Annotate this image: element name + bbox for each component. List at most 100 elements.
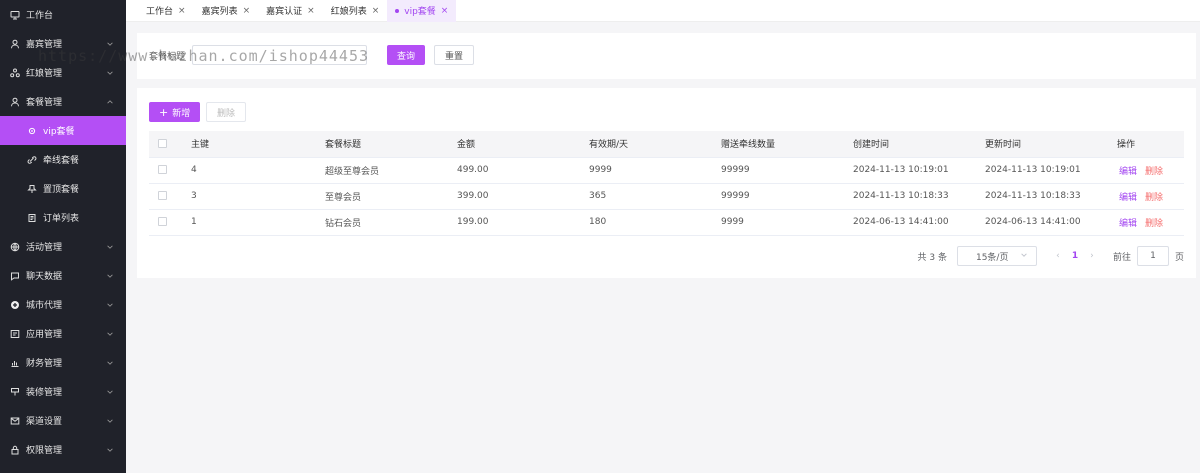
goto-page-input[interactable]	[1136, 246, 1169, 266]
sidebar-item-label: 渠道设置	[26, 417, 63, 427]
chevron-up-icon	[106, 98, 114, 106]
sidebar-item-chat[interactable]: 聊天数据	[0, 261, 126, 290]
chevron-down-icon	[106, 359, 114, 367]
sidebar-item-label: 聊天数据	[26, 272, 63, 282]
tab-3[interactable]: 红娘列表 ×	[323, 0, 388, 22]
add-button[interactable]: + 新增	[149, 102, 201, 122]
mail-icon	[10, 416, 20, 426]
batch-delete-button[interactable]: 删除	[206, 102, 247, 122]
reset-button[interactable]: 重置	[434, 45, 475, 65]
sidebar-item-activity[interactable]: 活动管理	[0, 232, 126, 261]
table-row: 1 钻石会员 199.00 180 9999 2024-06-13 14:41:00 202…	[149, 209, 1184, 236]
sidebar-item-label: 应用管理	[26, 330, 63, 340]
edit-link[interactable]: 编辑	[1119, 193, 1137, 203]
pin-icon	[27, 184, 37, 194]
sidebar-item-top-package[interactable]: 置顶套餐	[0, 174, 126, 203]
cell-created: 2024-11-13 10:19:01	[853, 157, 985, 184]
search-label: 套餐标题	[149, 52, 186, 62]
pagination: 共 3 条 15条/页 ‹ 1 › 前往 页	[918, 246, 1184, 266]
cell-actions: 编辑 删除	[1117, 209, 1184, 236]
sidebar-item-link-package[interactable]: 牵线套餐	[0, 145, 126, 174]
column-header: 金额	[457, 131, 589, 158]
row-checkbox[interactable]	[158, 165, 167, 174]
cell-actions: 编辑 删除	[1117, 157, 1184, 184]
monitor-icon	[10, 10, 20, 20]
plus-icon: +	[159, 105, 169, 119]
delete-link[interactable]: 删除	[1145, 167, 1163, 177]
sidebar-item-label: 牵线套餐	[43, 156, 80, 166]
chevron-down-icon	[106, 69, 114, 77]
sidebar-item-vip-package[interactable]: vip套餐	[0, 116, 126, 145]
table-row: 4 超级至尊会员 499.00 9999 99999 2024-11-13 10:19:0…	[149, 157, 1184, 184]
sidebar-item-label: 套餐管理	[26, 98, 63, 108]
tab-2[interactable]: 嘉宾认证 ×	[258, 0, 323, 22]
edit-link[interactable]: 编辑	[1119, 167, 1137, 177]
close-icon[interactable]: ×	[372, 6, 380, 16]
column-header: 操作	[1117, 131, 1184, 158]
cell-amount: 199.00	[457, 209, 589, 236]
sidebar-item-decor[interactable]: 装修管理	[0, 377, 126, 406]
link-icon	[27, 155, 37, 165]
query-button[interactable]: 查询	[387, 45, 426, 65]
page-number-current[interactable]: 1	[1065, 251, 1085, 261]
cell-gift: 9999	[721, 209, 853, 236]
sidebar: 工作台嘉宾管理红娘管理套餐管理 vip套餐牵线套餐置顶套餐 订单列表 活动管理聊天数据…	[0, 0, 126, 473]
cell-title: 钻石会员	[325, 209, 457, 236]
column-header: 有效期/天	[589, 131, 721, 158]
close-icon[interactable]: ×	[307, 6, 315, 16]
sidebar-item-workbench[interactable]: 工作台	[0, 0, 126, 29]
cell-days: 180	[589, 209, 721, 236]
delete-link[interactable]: 删除	[1145, 193, 1163, 203]
select-all-checkbox[interactable]	[158, 138, 167, 148]
delete-link[interactable]: 删除	[1145, 219, 1163, 229]
prev-page-icon[interactable]: ‹	[1051, 251, 1065, 261]
close-icon[interactable]: ×	[243, 6, 251, 16]
cell-gift: 99999	[721, 183, 853, 210]
sidebar-item-label: 嘉宾管理	[26, 40, 63, 50]
tab-4[interactable]: vip套餐 ×	[387, 0, 457, 22]
sidebar-item-permission[interactable]: 权限管理	[0, 435, 126, 464]
sidebar-item-guest[interactable]: 嘉宾管理	[0, 29, 126, 58]
tab-1[interactable]: 嘉宾列表 ×	[194, 0, 259, 22]
cell-updated: 2024-11-13 10:18:33	[985, 183, 1117, 210]
pagination-total: 共 3 条	[917, 252, 947, 263]
chevron-down-icon	[106, 301, 114, 309]
sidebar-item-matchmaker[interactable]: 红娘管理	[0, 58, 126, 87]
sidebar-item-label: 装修管理	[26, 388, 63, 398]
row-select-cell	[149, 209, 191, 236]
cell-id: 1	[191, 209, 325, 236]
sidebar-item-app[interactable]: 应用管理	[0, 319, 126, 348]
sidebar-item-package[interactable]: 套餐管理	[0, 87, 126, 116]
tab-0[interactable]: 工作台 ×	[138, 0, 194, 22]
cell-title: 至尊会员	[325, 183, 457, 210]
sidebar-item-label: 红娘管理	[26, 69, 63, 79]
column-header: 更新时间	[985, 131, 1117, 158]
search-input[interactable]	[192, 45, 367, 65]
sidebar-item-system[interactable]: 系统设置	[0, 464, 126, 473]
user-icon	[10, 97, 20, 107]
cell-updated: 2024-11-13 10:19:01	[985, 157, 1117, 184]
sidebar-item-order-list[interactable]: 订单列表	[0, 203, 126, 232]
close-icon[interactable]: ×	[441, 6, 449, 16]
row-checkbox[interactable]	[158, 191, 167, 200]
column-header: 赠送牵线数量	[721, 131, 853, 158]
cell-actions: 编辑 删除	[1117, 183, 1184, 210]
close-icon[interactable]: ×	[178, 6, 186, 16]
cell-gift: 99999	[721, 157, 853, 184]
tab-label: 红娘列表	[330, 7, 367, 17]
page-size-select[interactable]: 15条/页	[956, 246, 1037, 266]
sidebar-item-finance[interactable]: 财务管理	[0, 348, 126, 377]
sidebar-item-channel[interactable]: 渠道设置	[0, 406, 126, 435]
tab-label: vip套餐	[404, 7, 436, 17]
cell-id: 4	[191, 157, 325, 184]
row-checkbox[interactable]	[158, 217, 167, 226]
cell-id: 3	[191, 183, 325, 210]
next-page-icon[interactable]: ›	[1085, 251, 1099, 261]
sidebar-item-city-agent[interactable]: 城市代理	[0, 290, 126, 319]
table-row: 3 至尊会员 399.00 365 99999 2024-11-13 10:18:33 20…	[149, 183, 1184, 210]
row-select-cell	[149, 157, 191, 184]
tab-bar: 工作台 × 嘉宾列表 × 嘉宾认证 × 红娘列表 × vip套餐 ×	[126, 0, 1200, 22]
plus-circle-icon	[10, 300, 20, 310]
edit-link[interactable]: 编辑	[1119, 219, 1137, 229]
cell-days: 9999	[589, 157, 721, 184]
